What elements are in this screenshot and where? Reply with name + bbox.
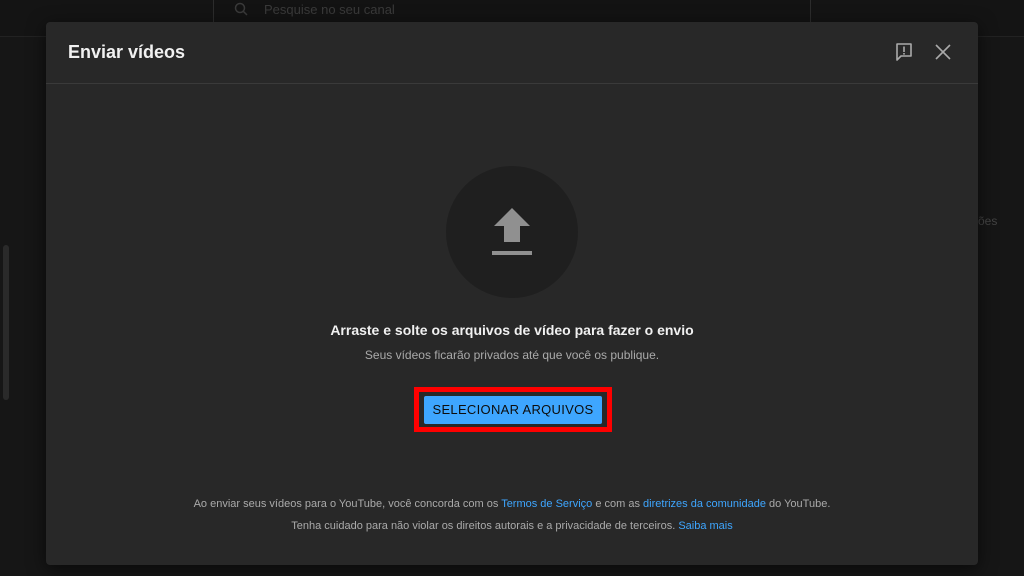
- search-icon: [234, 2, 248, 16]
- feedback-icon: [896, 43, 912, 61]
- terms-of-service-link[interactable]: Termos de Serviço: [501, 498, 592, 510]
- drag-drop-instruction: Arraste e solte os arquivos de vídeo par…: [330, 322, 694, 338]
- background-partial-text: ões: [978, 214, 998, 228]
- upload-dialog: Enviar vídeos Arraste e solte os arquivo…: [46, 22, 978, 565]
- highlight-annotation: SELECIONAR ARQUIVOS: [414, 387, 612, 432]
- terms-notice: Ao enviar seus vídeos para o YouTube, vo…: [46, 498, 978, 510]
- privacy-note: Seus vídeos ficarão privados até que voc…: [364, 348, 660, 362]
- terms-notice-middle: e com as: [595, 498, 640, 510]
- search-placeholder: Pesquise no seu canal: [264, 1, 395, 17]
- copyright-notice: Tenha cuidado para não violar os direito…: [46, 520, 978, 532]
- upload-arrow-icon: [492, 208, 532, 255]
- upload-drop-zone[interactable]: [446, 166, 578, 298]
- background-search-box[interactable]: Pesquise no seu canal: [213, 0, 811, 23]
- terms-notice-prefix: Ao enviar seus vídeos para o YouTube, vo…: [193, 498, 499, 510]
- copyright-notice-text: Tenha cuidado para não violar os direito…: [291, 520, 676, 532]
- community-guidelines-link[interactable]: diretrizes da comunidade: [643, 498, 766, 510]
- background-scrollbar[interactable]: [3, 245, 9, 400]
- select-files-button[interactable]: SELECIONAR ARQUIVOS: [424, 395, 602, 424]
- feedback-button[interactable]: [892, 40, 916, 64]
- close-button[interactable]: [931, 40, 955, 64]
- learn-more-link[interactable]: Saiba mais: [678, 520, 732, 532]
- dialog-header: Enviar vídeos: [46, 22, 978, 84]
- close-icon: [935, 44, 951, 60]
- dialog-title: Enviar vídeos: [68, 42, 186, 62]
- terms-notice-suffix: do YouTube.: [769, 498, 831, 510]
